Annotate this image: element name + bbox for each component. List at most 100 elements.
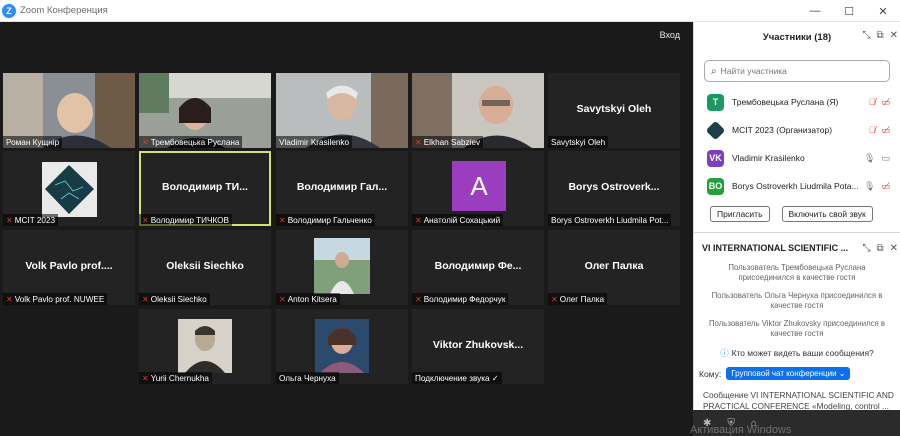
- participant-display-name: Savytskyi Oleh: [576, 103, 652, 115]
- mic-off-icon: ✕: [142, 215, 149, 225]
- participant-name-label: ✕ Олег Палка: [548, 293, 608, 305]
- participant-name-label: Ольга Чернуха: [276, 372, 339, 384]
- participant-search[interactable]: ⌕: [704, 60, 890, 82]
- video-tile[interactable]: Ольга Чернуха: [276, 309, 408, 384]
- video-tile[interactable]: ✕ Elkhan Sabziev: [412, 73, 544, 148]
- close-chat-icon[interactable]: ✕: [890, 243, 898, 254]
- chat-header: VI INTERNATIONAL SCIENTIFIC ... ⤡ ⧉ ✕: [694, 233, 900, 263]
- participant-display-name: Володимир Гал...: [296, 181, 388, 193]
- recipient-select[interactable]: Групповой чат конференции ⌄: [726, 367, 851, 380]
- participant-display-name: Viktor Zhukovsk...: [432, 339, 524, 351]
- video-tile-active-speaker[interactable]: Володимир ТИ... ✕ Володимир ТИЧКОВ: [139, 151, 271, 226]
- video-tile[interactable]: ✕ Yurii Chernukha: [139, 309, 271, 384]
- avatar: BO: [707, 177, 724, 195]
- video-tile[interactable]: A ✕ Анатолій Сохацький: [412, 151, 544, 226]
- video-gallery: Вход Роман Кущнір ✕Трембовецька Руслана: [0, 22, 693, 436]
- video-tile[interactable]: Vladimir Krasilenko: [276, 73, 408, 148]
- to-label: Кому:: [699, 368, 722, 379]
- video-tile[interactable]: Oleksii Siechko ✕ Oleksii Siechko: [139, 230, 271, 305]
- participant-name-label: ✕ Elkhan Sabziev: [412, 136, 484, 148]
- participant-name-label: Подключение звука ✓: [412, 372, 502, 384]
- video-tile[interactable]: Роман Кущнір: [3, 73, 135, 148]
- video-tile[interactable]: ✕ Anton Kitsera: [276, 230, 408, 305]
- windows-activation-watermark: Активация Windows: [690, 424, 792, 436]
- participant-name-label: ✕ Oleksii Siechko: [139, 293, 210, 305]
- system-message: Пользователь Ольга Чернуха присоединился…: [711, 291, 883, 310]
- avatar: T: [707, 93, 724, 111]
- participant-name: MCIT 2023 (Организатор): [732, 125, 833, 135]
- mic-off-icon: ✕: [551, 294, 558, 304]
- mic-on-icon[interactable]: 🎙: [864, 181, 875, 192]
- participant-name: Borys Ostroverkh Liudmila Pota...: [732, 181, 859, 191]
- video-on-icon[interactable]: ▭: [881, 153, 890, 164]
- maximize-icon[interactable]: ☐: [832, 0, 866, 22]
- video-off-icon[interactable]: ▭̸: [881, 125, 890, 136]
- video-off-icon[interactable]: ▭̸: [881, 181, 890, 192]
- participant-name-label: ✕ Володимир Федорчук: [412, 293, 509, 305]
- enter-button[interactable]: Вход: [657, 28, 683, 42]
- participant-status: 🎙̸ ▭̸: [869, 125, 890, 136]
- mic-off-icon[interactable]: 🎙̸: [869, 97, 876, 108]
- video-tile[interactable]: Володимир Фе... ✕ Володимир Федорчук: [412, 230, 544, 305]
- window-title: Zoom Конференция: [20, 5, 108, 16]
- unmute-button[interactable]: Включить свой звук: [781, 206, 873, 222]
- popout-icon[interactable]: ⧉: [876, 30, 883, 41]
- participant-name-label: Borys Ostroverkh Liudmila Pot...: [548, 214, 672, 226]
- mic-off-icon: ✕: [6, 294, 13, 304]
- popout-icon[interactable]: ⧉: [876, 243, 883, 254]
- collapse-icon[interactable]: ⤡: [862, 30, 870, 41]
- participant-display-name: Oleksii Siechko: [166, 260, 244, 272]
- mic-off-icon: ✕: [415, 215, 422, 225]
- search-icon: ⌕: [711, 65, 717, 77]
- participant-name-label: ✕ Трембовецька Руслана: [139, 136, 243, 148]
- participant-display-name: Volk Pavlo prof....: [25, 260, 113, 272]
- participant-display-name: Володимир Фе...: [434, 260, 522, 272]
- mic-off-icon: ✕: [279, 294, 286, 304]
- video-tile[interactable]: ✕ MCIT 2023: [3, 151, 135, 226]
- mic-off-icon: ✕: [142, 373, 149, 383]
- participant-name: Трембовецька Руслана (Я): [732, 97, 839, 107]
- participant-display-name: Володимир ТИ...: [162, 181, 248, 193]
- mic-off-icon: ✕: [415, 137, 422, 147]
- close-icon[interactable]: ✕: [866, 0, 900, 22]
- chat-title: VI INTERNATIONAL SCIENTIFIC ...: [702, 243, 849, 253]
- close-panel-icon[interactable]: ✕: [890, 30, 898, 41]
- participant-display-name: Олег Палка: [584, 260, 644, 272]
- participant-name-label: Роман Кущнір: [3, 136, 63, 148]
- invite-button[interactable]: Пригласить: [710, 206, 770, 222]
- video-tile[interactable]: Viktor Zhukovsk... Подключение звука ✓: [412, 309, 544, 384]
- participant-list: T Трембовецька Руслана (Я) 🎙̸ ▭̸ MCIT 202…: [694, 88, 900, 200]
- title-bar: Z Zoom Конференция — ☐ ✕: [0, 0, 900, 22]
- video-tile[interactable]: Borys Ostroverk... Borys Ostroverkh Liud…: [548, 151, 680, 226]
- mic-off-icon[interactable]: 🎙̸: [869, 125, 876, 136]
- video-tile[interactable]: Volk Pavlo prof.... ✕ Volk Pavlo prof. NU…: [3, 230, 135, 305]
- video-tile[interactable]: Savytskyi Oleh Savytskyi Oleh: [548, 73, 680, 148]
- video-off-icon[interactable]: ▭̸: [881, 97, 890, 108]
- participant-name-label: ✕ Володимир ТИЧКОВ: [139, 214, 233, 226]
- minimize-icon[interactable]: —: [798, 0, 832, 22]
- participant-actions: Пригласить Включить свой звук: [694, 200, 900, 222]
- participants-title: Участники (18): [762, 31, 832, 43]
- participant-name-label: ✕ Volk Pavlo prof. NUWEE: [3, 293, 108, 305]
- participant-name-label: ✕ MCIT 2023: [3, 214, 59, 226]
- participant-item[interactable]: MCIT 2023 (Организатор) 🎙̸ ▭̸: [694, 116, 900, 144]
- participant-item[interactable]: VK Vladimir Krasilenko 🎙 ▭: [694, 144, 900, 172]
- search-input[interactable]: [720, 66, 881, 76]
- chat-messages: Пользователь Трембовецька Руслана присое…: [694, 263, 900, 339]
- avatar: VK: [707, 149, 724, 167]
- video-tile[interactable]: Олег Палка ✕ Олег Палка: [548, 230, 680, 305]
- participant-item[interactable]: T Трембовецька Руслана (Я) 🎙̸ ▭̸: [694, 88, 900, 116]
- chat-header-icons: ⤡ ⧉ ✕: [862, 243, 898, 254]
- participant-name: Vladimir Krasilenko: [732, 153, 805, 163]
- video-tile[interactable]: Володимир Гал... ✕ Володимир Гальченко: [276, 151, 408, 226]
- chat-message-input[interactable]: Сообщение VI INTERNATIONAL SCIENTIFIC AN…: [694, 380, 900, 412]
- participant-status: 🎙 ▭̸: [864, 181, 890, 192]
- collapse-icon[interactable]: ⤡: [862, 243, 870, 254]
- participant-item[interactable]: BO Borys Ostroverkh Liudmila Pota... 🎙 ▭̸: [694, 172, 900, 200]
- participant-name-label: Vladimir Krasilenko: [276, 136, 353, 148]
- video-tile[interactable]: ✕ Трембовецька Руслана: [139, 73, 271, 148]
- participant-name-label: ✕ Anton Kitsera: [276, 293, 340, 305]
- mic-on-icon[interactable]: 🎙: [864, 153, 875, 164]
- avatar: [705, 120, 726, 140]
- who-can-see-link[interactable]: ⓘ Кто может видеть ваши сообщения?: [694, 347, 900, 359]
